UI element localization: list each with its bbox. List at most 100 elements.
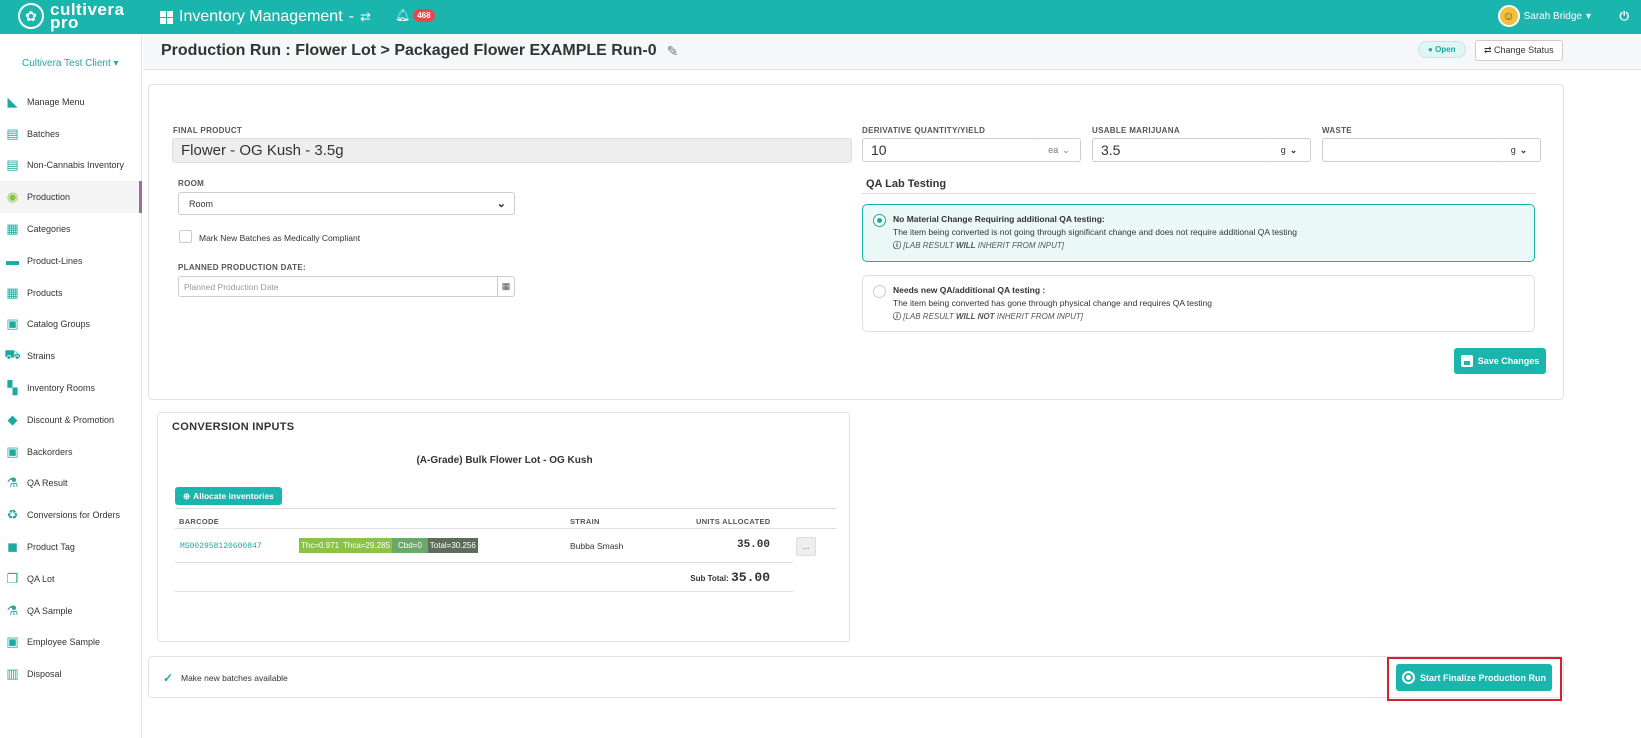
table-divider: [175, 508, 837, 509]
derivative-quantity-input[interactable]: 10: [862, 138, 1039, 162]
client-selector[interactable]: Cultivera Test Client ▾: [22, 58, 119, 69]
trash-icon: ▥: [6, 666, 19, 682]
flask-icon: ⚗: [6, 602, 19, 618]
app-menu-caret: -: [348, 8, 354, 25]
production-form-card: FINAL PRODUCT Flower - OG Kush - 3.5g RO…: [148, 84, 1564, 400]
qa-lot-icon: ❐: [6, 570, 19, 586]
user-caret: ▾: [1585, 10, 1591, 22]
sidebar-item-strains[interactable]: ⛟ Strains: [0, 340, 142, 372]
waste-input[interactable]: [1322, 138, 1499, 162]
swap-icon[interactable]: ⇄: [360, 9, 371, 25]
cannabinoid-badges: Thc=0.971 Thca=29.285 Cbd=0 Total=30.256: [299, 538, 478, 553]
app-menu-label: Inventory Management: [179, 8, 343, 25]
recycle-icon: ♻: [6, 507, 19, 523]
start-finalize-button[interactable]: Start Finalize Production Run: [1396, 664, 1552, 691]
row-more-button[interactable]: ...: [796, 537, 816, 556]
cultivera-logo[interactable]: ✿ cultivera pro: [18, 1, 124, 31]
sidebar-item-qa-lot[interactable]: ❐ QA Lot: [0, 563, 142, 595]
conversion-subtitle: (A-Grade) Bulk Flower Lot - OG Kush: [416, 455, 593, 466]
sidebar-item-non-cannabis-inventory[interactable]: ▤ Non-Cannabis Inventory: [0, 150, 142, 182]
qa-lab-testing-title: QA Lab Testing: [866, 178, 947, 190]
table-divider: [175, 528, 837, 529]
derivative-label: DERIVATIVE QUANTITY/YIELD: [862, 126, 986, 135]
barcode-link[interactable]: MS002958120600847: [180, 542, 262, 551]
production-icon: ◉: [6, 189, 19, 205]
sidebar-item-products[interactable]: ▦ Products: [0, 277, 142, 309]
radio-needs-testing[interactable]: [873, 285, 886, 298]
leaf-logo-icon: ✿: [18, 3, 44, 29]
cog-icon: [1401, 671, 1415, 684]
sidebar-item-product-tag[interactable]: ◼ Product Tag: [0, 531, 142, 563]
sidebar-item-production[interactable]: ◉ Production: [0, 181, 142, 214]
user-name: Sarah Bridge: [1523, 10, 1582, 22]
chevron-down-icon: ⌄: [496, 198, 506, 210]
strains-icon: ⛟: [4, 347, 21, 363]
save-changes-button[interactable]: Save Changes: [1454, 348, 1546, 374]
qa-option-needs-testing[interactable]: Needs new QA/additional QA testing : The…: [862, 275, 1535, 332]
usable-label: USABLE MARIJUANA: [1092, 126, 1180, 135]
sidebar-item-qa-sample[interactable]: ⚗ QA Sample: [0, 595, 142, 627]
product-lines-icon: ▬: [6, 253, 19, 269]
sidebar-item-catalog-groups[interactable]: ▣ Catalog Groups: [0, 309, 142, 341]
allocate-inventories-button[interactable]: ⊕ Allocate inventories: [175, 487, 282, 505]
bell-icon: 🔔︎: [395, 8, 411, 22]
change-status-button[interactable]: ⇄ Change Status: [1475, 40, 1563, 61]
inventory-icon: ▤: [6, 157, 19, 173]
power-icon[interactable]: ⏻: [1620, 9, 1630, 24]
edit-icon[interactable]: ✎: [667, 43, 679, 60]
make-available-label: Make new batches available: [181, 673, 288, 683]
tag-icon: ◼: [7, 539, 18, 555]
room-select[interactable]: Room ⌄: [178, 192, 515, 215]
page-header: Production Run : Flower Lot > Packaged F…: [143, 34, 1641, 70]
info-icon: ⓘ: [893, 241, 901, 250]
subtotal: Sub Total: 35.00: [690, 570, 770, 585]
top-bar: ✿ cultivera pro Inventory Management - ⇄…: [0, 0, 1641, 34]
sidebar-item-batches[interactable]: ▤ Batches: [0, 118, 142, 150]
sidebar-item-inventory-rooms[interactable]: ▚ Inventory Rooms: [0, 372, 142, 404]
calendar-icon[interactable]: ▦: [497, 277, 514, 296]
sidebar-item-disposal[interactable]: ▥ Disposal: [0, 658, 142, 690]
chevron-down-icon: ⌄: [1519, 144, 1528, 155]
thc-badge: Thc=0.971: [299, 538, 342, 553]
user-menu[interactable]: ☺ Sarah Bridge ▾: [1497, 5, 1591, 27]
waste-unit-select[interactable]: g ⌄: [1498, 138, 1541, 162]
avatar: ☺: [1497, 5, 1520, 27]
derivative-unit-select[interactable]: ea ⌄: [1038, 138, 1081, 162]
book-icon: ◣: [7, 93, 18, 109]
usable-marijuana-input[interactable]: 3.5: [1092, 138, 1269, 162]
sidebar-item-manage-menu[interactable]: ◣ Manage Menu: [0, 86, 142, 118]
employee-icon: ▣: [6, 634, 19, 650]
sidebar-item-categories[interactable]: ▦ Categories: [0, 213, 142, 245]
sidebar-item-conversions-for-orders[interactable]: ♻ Conversions for Orders: [0, 499, 142, 531]
app-menu[interactable]: Inventory Management -: [160, 8, 354, 26]
notifications-button[interactable]: 🔔︎ 468: [395, 8, 435, 22]
col-strain: STRAIN: [570, 517, 600, 526]
catalog-icon: ▣: [6, 316, 19, 332]
flask-icon: ⚗: [6, 475, 19, 491]
page-title: Production Run : Flower Lot > Packaged F…: [161, 42, 657, 59]
waste-label: WASTE: [1322, 126, 1352, 135]
total-badge: Total=30.256: [427, 538, 478, 553]
sidebar-item-discount-promotion[interactable]: ◆ Discount & Promotion: [0, 404, 142, 436]
sidebar-item-backorders[interactable]: ▣ Backorders: [0, 436, 142, 468]
sidebar-item-product-lines[interactable]: ▬ Product-Lines: [0, 245, 142, 277]
tags-icon: ◆: [7, 411, 18, 427]
sidebar-item-employee-sample[interactable]: ▣ Employee Sample: [0, 627, 142, 659]
save-icon: [1460, 355, 1473, 367]
conversion-inputs-card: CONVERSION INPUTS (A-Grade) Bulk Flower …: [157, 412, 850, 642]
chevron-down-icon: ⌄: [1062, 144, 1070, 155]
room-label: ROOM: [178, 179, 205, 188]
planned-date-label: PLANNED PRODUCTION DATE:: [178, 263, 306, 272]
categories-icon: ▦: [6, 221, 19, 237]
make-available-checkbox[interactable]: ✓: [163, 671, 173, 685]
sidebar-nav: ◣ Manage Menu ▤ Batches ▤ Non-Cannabis Inve…: [0, 86, 142, 690]
final-product-field: Flower - OG Kush - 3.5g: [172, 138, 852, 163]
planned-date-input[interactable]: Planned Production Date ▦: [178, 276, 515, 297]
thca-badge: Thca=29.285: [341, 538, 392, 553]
products-icon: ▦: [6, 284, 19, 300]
medically-compliant-checkbox[interactable]: [179, 230, 192, 243]
usable-unit-select[interactable]: g ⌄: [1268, 138, 1311, 162]
radio-no-change[interactable]: [873, 214, 886, 227]
sidebar-item-qa-result[interactable]: ⚗ QA Result: [0, 468, 142, 500]
qa-option-no-change[interactable]: No Material Change Requiring additional …: [862, 204, 1535, 262]
